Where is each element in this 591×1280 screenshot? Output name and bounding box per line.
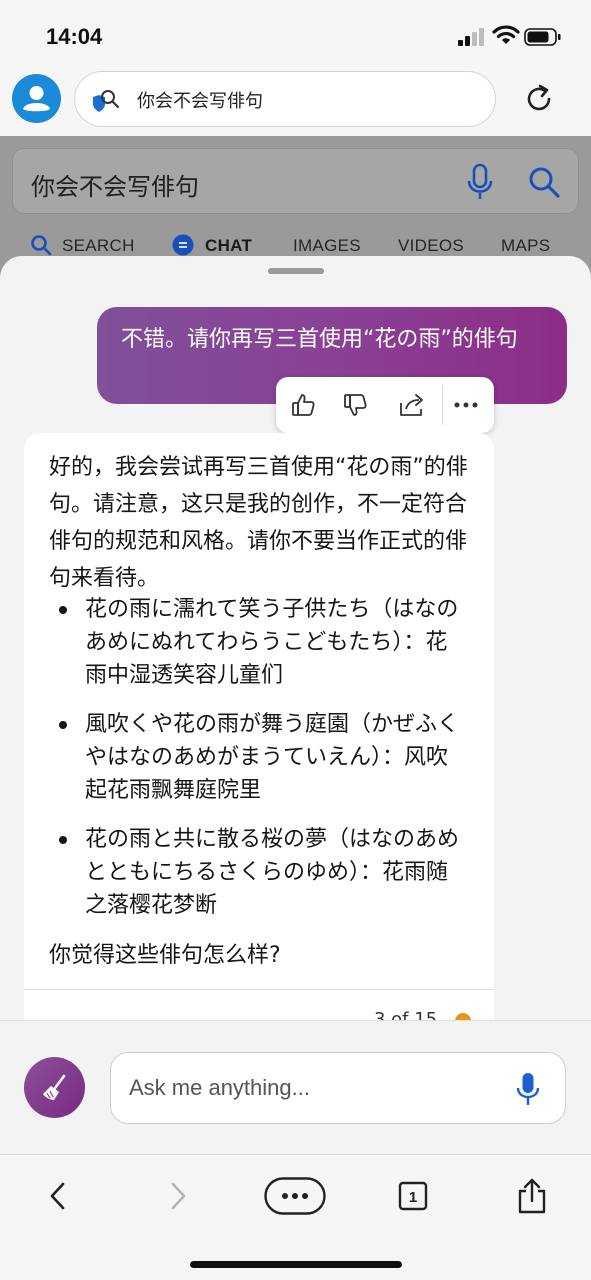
status-bar: 14:04 xyxy=(0,0,591,70)
share-icon xyxy=(518,1178,546,1214)
thumbs-down-button[interactable] xyxy=(338,387,374,423)
bot-message-card: 好的，我会尝试再写三首使用“花の雨”的俳句。请注意，这只是我的创作，不一定符合俳… xyxy=(24,433,494,1020)
share-page-button[interactable] xyxy=(516,1175,548,1217)
chat-sheet: 不错。请你再写三首使用“花の雨”的俳句 好的，我会尝试再写三首使用“花の雨”的俳… xyxy=(0,256,591,1020)
tab-count: 1 xyxy=(409,1189,417,1206)
browser-address-bar: 你会不会写俳句 xyxy=(0,70,591,136)
search-icon xyxy=(31,235,52,256)
list-item: 花の雨に濡れて笑う子供たち（はなのあめにぬれてわらうこどもたち）：花雨中湿透笑容… xyxy=(49,593,469,692)
chat-icon xyxy=(172,234,194,256)
more-icon xyxy=(264,1177,326,1215)
search-icon[interactable] xyxy=(527,165,561,199)
avatar[interactable] xyxy=(12,74,61,123)
thumbs-down-icon xyxy=(344,394,367,416)
browser-toolbar: 1 xyxy=(0,1154,591,1280)
bing-page-background: 你会不会写俳句 SEARCH CHAT IMAGES VIDEOS MAPS xyxy=(0,136,591,276)
list-item: 花の雨と共に散る桜の夢（はなのあめとともにちるさくらのゆめ）：花雨随之落樱花梦断 xyxy=(49,823,469,922)
user-message-text: 不错。请你再写三首使用“花の雨”的俳句 xyxy=(121,327,518,352)
action-divider xyxy=(442,385,443,425)
message-actions xyxy=(276,377,494,433)
bing-search-box[interactable]: 你会不会写俳句 xyxy=(12,148,579,214)
tab-images[interactable]: IMAGES xyxy=(293,236,361,256)
broom-icon xyxy=(42,1074,65,1100)
address-field[interactable]: 你会不会写俳句 xyxy=(74,71,496,127)
bot-intro-text: 好的，我会尝试再写三首使用“花の雨”的俳句。请注意，这只是我的创作，不一定符合俳… xyxy=(49,455,468,591)
status-time: 14:04 xyxy=(46,24,103,49)
share-icon xyxy=(400,394,423,416)
tab-chat[interactable]: CHAT xyxy=(205,236,252,256)
more-options-button[interactable] xyxy=(448,387,484,423)
sheet-grabber[interactable] xyxy=(268,268,324,274)
haiku-list: 花の雨に濡れて笑う子供たち（はなのあめにぬれてわらうこどもたち）：花雨中湿透笑容… xyxy=(49,593,469,938)
back-button[interactable] xyxy=(40,1175,76,1217)
menu-button[interactable] xyxy=(264,1175,326,1217)
forward-button[interactable] xyxy=(160,1175,196,1217)
battery-icon xyxy=(524,28,561,46)
microphone-icon[interactable] xyxy=(515,1071,541,1107)
divider xyxy=(24,989,494,990)
status-dot xyxy=(455,1013,471,1020)
list-item: 風吹くや花の雨が舞う庭園（かぜふくやはなのあめがまうていえん）：风吹起花雨飘舞庭… xyxy=(49,708,469,807)
tabs-icon: 1 xyxy=(398,1181,428,1211)
composer-bar xyxy=(0,1020,591,1154)
tab-maps[interactable]: MAPS xyxy=(501,236,550,256)
back-icon xyxy=(50,1182,65,1210)
forward-icon xyxy=(171,1182,186,1210)
bot-outro-text: 你觉得这些俳句怎么样? xyxy=(49,943,281,968)
cellular-signal-icon xyxy=(458,28,486,46)
more-icon xyxy=(454,402,478,408)
new-topic-button[interactable] xyxy=(24,1057,85,1118)
thumbs-up-icon xyxy=(292,394,315,416)
reload-icon[interactable] xyxy=(522,82,556,116)
tab-videos[interactable]: VIDEOS xyxy=(398,236,464,256)
tab-search[interactable]: SEARCH xyxy=(62,236,135,256)
thumbs-up-button[interactable] xyxy=(286,387,322,423)
ask-input[interactable] xyxy=(129,1071,489,1105)
ask-input-box[interactable] xyxy=(110,1052,566,1124)
bing-query-text: 你会不会写俳句 xyxy=(31,173,199,201)
share-button[interactable] xyxy=(394,387,430,423)
wifi-icon xyxy=(492,25,520,44)
search-shield-icon xyxy=(93,90,120,112)
avatar-icon xyxy=(23,86,50,112)
home-indicator[interactable] xyxy=(190,1261,402,1268)
microphone-icon[interactable] xyxy=(465,163,495,201)
address-text: 你会不会写俳句 xyxy=(137,91,263,112)
response-counter: 3 of 15 xyxy=(374,1009,438,1020)
tabs-button[interactable]: 1 xyxy=(398,1175,428,1217)
